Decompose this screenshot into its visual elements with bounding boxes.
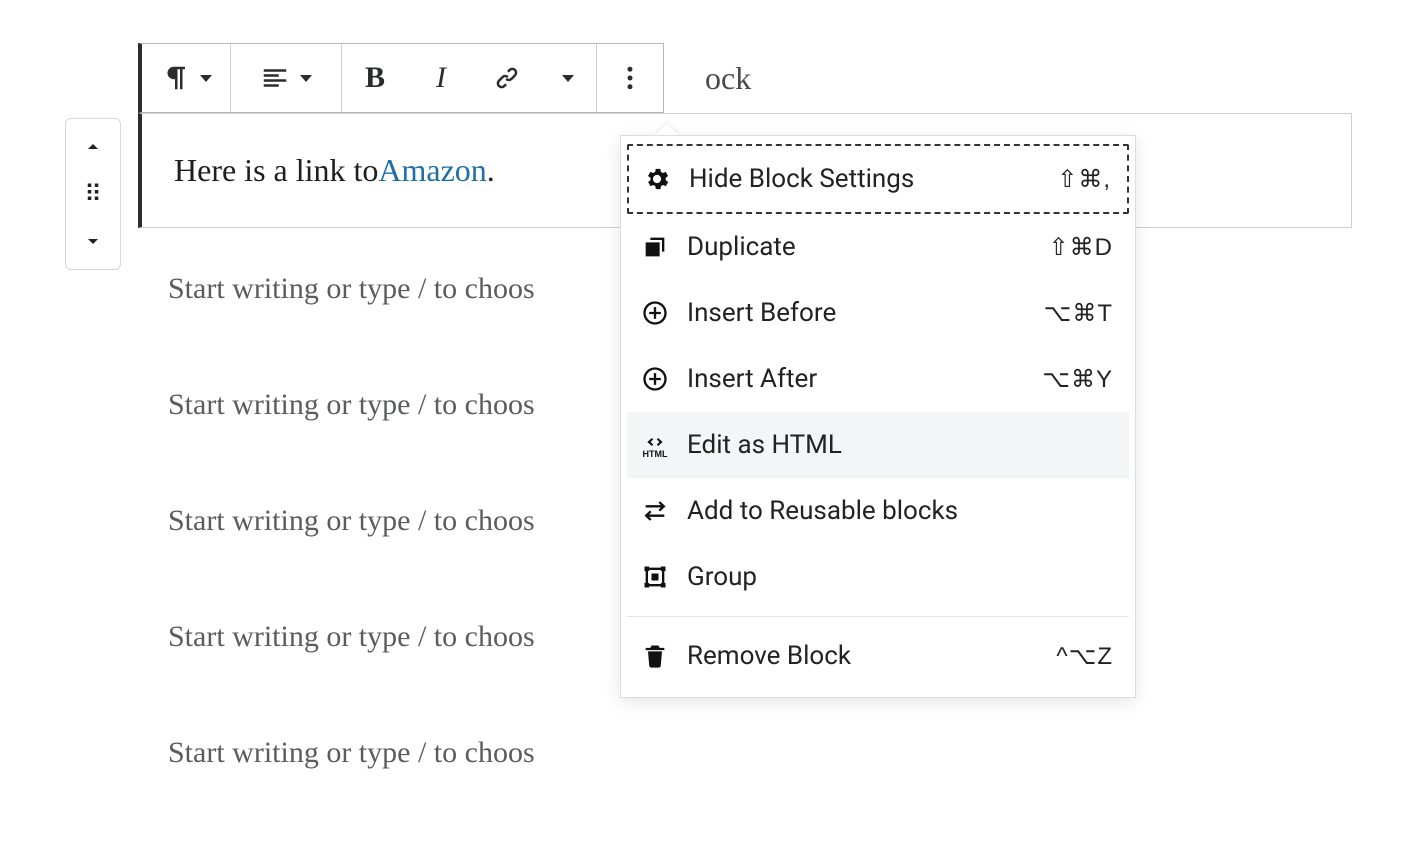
chevron-down-icon (300, 75, 312, 82)
menu-item-shortcut: ^⌥Z (1056, 642, 1113, 671)
block-toolbar: B I (138, 43, 664, 113)
menu-item-label: Hide Block Settings (689, 164, 1041, 194)
more-options-button[interactable] (597, 44, 663, 112)
block-mover: ⠿ (65, 118, 121, 270)
svg-text:HTML: HTML (643, 449, 668, 459)
chevron-down-icon (562, 75, 574, 82)
menu-item-remove-block[interactable]: Remove Block ^⌥Z (627, 623, 1129, 689)
menu-item-shortcut: ⇧⌘D (1049, 233, 1113, 262)
gear-icon (643, 165, 671, 193)
chevron-up-icon (81, 135, 105, 159)
drag-dots-icon: ⠿ (84, 187, 102, 201)
dropdown-menu: Hide Block Settings ⇧⌘, Duplicate ⇧⌘D In… (620, 135, 1136, 698)
insert-before-icon (641, 299, 669, 327)
menu-item-group[interactable]: Group (627, 544, 1129, 610)
menu-item-label: Add to Reusable blocks (687, 496, 1097, 526)
block-type-button[interactable] (142, 44, 230, 112)
link-icon (492, 63, 522, 93)
menu-item-label: Insert After (687, 364, 1026, 394)
menu-item-label: Insert Before (687, 298, 1028, 328)
menu-item-insert-after[interactable]: Insert After ⌥⌘Y (627, 346, 1129, 412)
chevron-down-icon (81, 229, 105, 253)
chevron-down-icon (200, 75, 212, 82)
paragraph-icon (160, 63, 190, 93)
group-icon (641, 563, 669, 591)
menu-item-shortcut: ⌥⌘T (1044, 299, 1113, 328)
more-vertical-icon (615, 63, 645, 93)
link-button[interactable] (474, 44, 540, 112)
move-up-button[interactable] (66, 123, 120, 170)
more-formatting-button[interactable] (540, 44, 596, 112)
bold-icon: B (365, 61, 385, 95)
reusable-icon (641, 497, 669, 525)
menu-item-label: Edit as HTML (687, 430, 1097, 460)
menu-item-hide-block-settings[interactable]: Hide Block Settings ⇧⌘, (627, 144, 1129, 214)
paragraph-text: . (487, 152, 495, 189)
dropdown-caret-icon (655, 123, 679, 135)
menu-item-duplicate[interactable]: Duplicate ⇧⌘D (627, 214, 1129, 280)
bold-button[interactable]: B (342, 44, 408, 112)
empty-paragraph-placeholder[interactable]: Start writing or type / to choos (168, 736, 1342, 770)
insert-after-icon (641, 365, 669, 393)
title-overflow-text: ock (705, 60, 751, 97)
duplicate-icon (641, 233, 669, 261)
html-icon: HTML (641, 431, 669, 459)
menu-item-shortcut: ⌥⌘Y (1042, 365, 1113, 394)
align-left-icon (260, 63, 290, 93)
menu-item-add-reusable[interactable]: Add to Reusable blocks (627, 478, 1129, 544)
align-button[interactable] (231, 44, 341, 112)
menu-item-label: Duplicate (687, 232, 1033, 262)
paragraph-text: Here is a link to (174, 152, 378, 189)
italic-button[interactable]: I (408, 44, 474, 112)
drag-handle[interactable]: ⠿ (66, 170, 120, 217)
menu-item-shortcut: ⇧⌘, (1057, 165, 1111, 194)
move-down-button[interactable] (66, 218, 120, 265)
italic-icon: I (436, 61, 446, 95)
trash-icon (641, 642, 669, 670)
menu-item-label: Group (687, 562, 1097, 592)
menu-divider (627, 616, 1129, 617)
menu-item-insert-before[interactable]: Insert Before ⌥⌘T (627, 280, 1129, 346)
menu-item-label: Remove Block (687, 641, 1040, 671)
inline-link[interactable]: Amazon (378, 152, 486, 189)
menu-item-edit-as-html[interactable]: HTML Edit as HTML (627, 412, 1129, 478)
block-options-dropdown: Hide Block Settings ⇧⌘, Duplicate ⇧⌘D In… (620, 135, 1136, 698)
